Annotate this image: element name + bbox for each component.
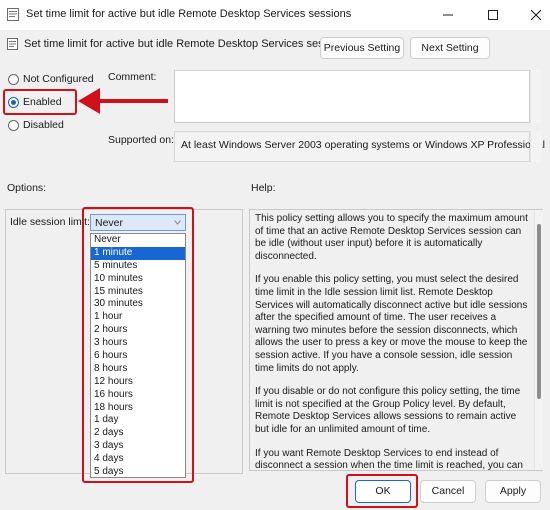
help-text: This policy setting allows you to specif…	[255, 213, 531, 471]
cancel-button[interactable]: Cancel	[420, 480, 476, 503]
help-paragraph: If you want Remote Desktop Services to e…	[255, 447, 523, 471]
help-panel: This policy setting allows you to specif…	[249, 209, 543, 471]
maximize-button[interactable]	[483, 6, 503, 24]
help-paragraph: If you enable this policy setting, you m…	[255, 274, 528, 374]
close-icon	[530, 9, 542, 21]
annotation-box-dropdown	[82, 207, 194, 483]
idle-session-limit-label: Idle session limit:	[10, 216, 90, 228]
annotation-arrow-icon	[78, 88, 168, 114]
help-scrollbar[interactable]	[534, 210, 543, 470]
ok-button[interactable]: OK	[355, 480, 411, 503]
title-bar: Set time limit for active but idle Remot…	[0, 0, 550, 30]
enabled-label: Enabled	[23, 96, 62, 108]
next-setting-button[interactable]: Next Setting	[410, 37, 490, 59]
help-paragraph: This policy setting allows you to specif…	[255, 213, 528, 262]
maximize-icon	[488, 10, 498, 20]
comment-scrollbar[interactable]	[530, 70, 542, 123]
disabled-radio[interactable]	[8, 120, 19, 131]
options-label: Options:	[7, 182, 47, 194]
disabled-label: Disabled	[23, 119, 64, 131]
comment-label: Comment:	[108, 71, 157, 83]
minimize-button[interactable]	[438, 6, 458, 24]
help-paragraph: If you disable or do not configure this …	[255, 386, 521, 435]
enabled-radio[interactable]	[8, 97, 19, 108]
policy-setting-icon	[7, 38, 18, 50]
help-label: Help:	[251, 182, 276, 194]
close-button[interactable]	[526, 6, 546, 24]
comment-textbox[interactable]	[174, 70, 530, 123]
not-configured-label: Not Configured	[23, 73, 94, 85]
apply-button[interactable]: Apply	[485, 480, 541, 503]
supported-on-label: Supported on:	[108, 134, 174, 146]
policy-icon	[7, 8, 19, 21]
supported-on-box: At least Windows Server 2003 operating s…	[174, 131, 545, 162]
supported-scrollbar[interactable]	[530, 131, 542, 162]
policy-name: Set time limit for active but idle Remot…	[24, 38, 350, 50]
not-configured-radio[interactable]	[8, 74, 19, 85]
supported-on-value: At least Windows Server 2003 operating s…	[181, 139, 545, 151]
window-title: Set time limit for active but idle Remot…	[26, 8, 352, 20]
help-scrollbar-thumb[interactable]	[537, 224, 541, 399]
minimize-icon	[443, 14, 453, 16]
previous-setting-button[interactable]: Previous Setting	[320, 37, 404, 59]
